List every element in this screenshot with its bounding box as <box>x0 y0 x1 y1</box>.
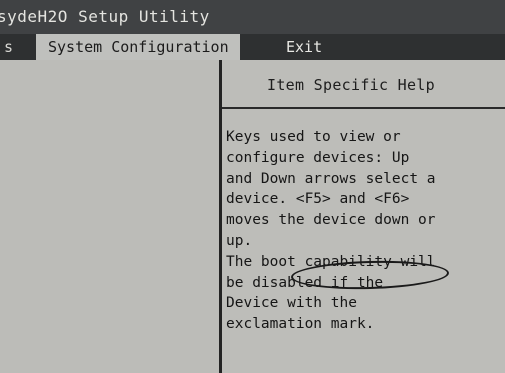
help-line: Keys used to view or <box>226 129 401 145</box>
help-line: up. <box>226 232 253 249</box>
help-line: The boot capability will <box>226 253 436 270</box>
help-line: be disabled if the <box>226 274 384 291</box>
menu-bar: s System Configuration Exit <box>0 34 505 60</box>
help-line: exclamation mark. <box>226 316 375 333</box>
help-text: Keys used to view or configure devices: … <box>226 127 496 335</box>
help-line: configure devices: Up <box>226 149 410 166</box>
app-title: sydeH2O Setup Utility <box>0 7 210 26</box>
help-line: moves the device down or <box>226 212 436 229</box>
help-line: and Down arrows select a <box>226 170 436 187</box>
menu-item-partial[interactable]: s <box>4 34 24 60</box>
help-title-divider <box>222 107 505 109</box>
tab-system-configuration[interactable]: System Configuration <box>36 34 240 60</box>
help-line: Device with the <box>226 295 357 312</box>
tab-exit[interactable]: Exit <box>286 34 346 60</box>
help-line: device. <F5> and <F6> <box>226 191 410 208</box>
help-panel-title: Item Specific Help <box>267 76 435 94</box>
title-bar: sydeH2O Setup Utility <box>0 0 505 34</box>
settings-panel <box>0 60 219 373</box>
bios-screen: sydeH2O Setup Utility s System Configura… <box>0 0 505 373</box>
